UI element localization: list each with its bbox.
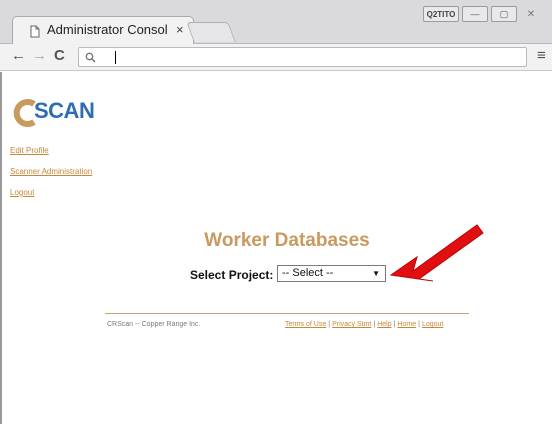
search-icon (85, 52, 96, 63)
menu-icon[interactable]: ≡ (537, 47, 546, 64)
user-profile-badge[interactable]: Q2TITO (423, 6, 459, 22)
select-project-label: Select Project: (190, 268, 274, 282)
back-arrow-icon[interactable]: ← (11, 47, 26, 64)
footer-links: Terms of Use | Privacy Stmt | Help | Home | Logo… (285, 321, 443, 328)
dropdown-arrow-icon: ▼ (372, 269, 380, 278)
page-icon (30, 25, 40, 38)
side-navigation: Edit Profile Scanner Administration Logo… (10, 146, 92, 209)
edit-profile-link[interactable]: Edit Profile (10, 146, 92, 155)
tab-close-icon[interactable]: × (176, 22, 184, 37)
home-link[interactable]: Home (397, 321, 416, 328)
page-title: Worker Databases (204, 230, 370, 251)
footer-logout-link[interactable]: Logout (422, 321, 443, 328)
address-bar[interactable] (78, 47, 527, 67)
browser-toolbar: ← → C ≡ (0, 44, 552, 71)
footer-copyright: CRScan -- Copper Range Inc. (107, 321, 201, 328)
forward-arrow-icon[interactable]: → (32, 47, 47, 64)
maximize-button[interactable]: ▢ (491, 6, 517, 22)
close-window-button[interactable]: ✕ (520, 6, 542, 22)
scanner-administration-link[interactable]: Scanner Administration (10, 167, 92, 176)
crscan-logo: SCAN (10, 98, 130, 130)
minimize-button[interactable]: — (462, 6, 488, 22)
browser-window: Administrator Consol × Q2TITO — ▢ ✕ ← → … (0, 0, 552, 424)
footer-separator: | (393, 321, 396, 328)
footer-divider (105, 313, 469, 314)
window-controls: Q2TITO — ▢ ✕ (423, 6, 542, 22)
project-select[interactable]: -- Select -- ▼ (277, 265, 386, 282)
page-content: SCAN Edit Profile Scanner Administration… (0, 72, 552, 424)
tab-strip: Administrator Consol × Q2TITO — ▢ ✕ (0, 0, 552, 45)
logout-link[interactable]: Logout (10, 188, 92, 197)
tab-administrator-console[interactable]: Administrator Consol × (12, 16, 194, 45)
new-tab-button[interactable] (186, 22, 236, 42)
terms-of-use-link[interactable]: Terms of Use (285, 321, 326, 328)
footer-separator: | (373, 321, 376, 328)
text-cursor (115, 51, 116, 64)
help-link[interactable]: Help (377, 321, 391, 328)
footer-separator: | (418, 321, 420, 328)
privacy-statement-link[interactable]: Privacy Stmt (332, 321, 371, 328)
tab-title: Administrator Consol (47, 22, 167, 37)
reload-icon[interactable]: C (54, 47, 65, 64)
footer-separator: | (328, 321, 331, 328)
address-input[interactable] (100, 49, 520, 65)
logo-text: SCAN (34, 98, 95, 123)
red-pointer-arrow-icon (389, 224, 484, 282)
project-select-value: -- Select -- (282, 267, 334, 279)
